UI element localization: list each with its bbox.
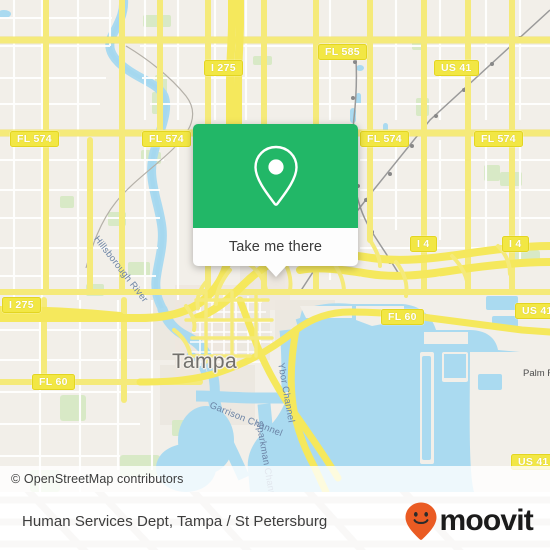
highway-shield-i-4-a[interactable]: I 4 bbox=[410, 236, 437, 252]
highway-shield-fl-574-a[interactable]: FL 574 bbox=[10, 131, 59, 147]
highway-shield-fl-585[interactable]: FL 585 bbox=[318, 44, 367, 60]
highway-shield-fl-574-d[interactable]: FL 574 bbox=[474, 131, 523, 147]
highway-shield-i-275-west[interactable]: I 275 bbox=[2, 297, 41, 313]
highway-shield-fl-574-b[interactable]: FL 574 bbox=[142, 131, 191, 147]
highway-shield-us-41-east[interactable]: US 41 bbox=[515, 303, 550, 319]
moovit-logo[interactable]: moovit bbox=[404, 501, 534, 541]
location-popup-card[interactable]: Take me there bbox=[193, 124, 358, 277]
popup-tail-pointer bbox=[264, 265, 287, 277]
popup-action-bar[interactable]: Take me there bbox=[193, 228, 358, 277]
moovit-wordmark: moovit bbox=[439, 504, 533, 537]
footer-bar: Human Services Dept, Tampa / St Petersbu… bbox=[0, 492, 550, 550]
map-attribution-bar: © OpenStreetMap contributors bbox=[0, 466, 550, 492]
openstreetmap-attribution[interactable]: © OpenStreetMap contributors bbox=[0, 472, 184, 486]
map-canvas[interactable]: Tampa Hillsborough River Garrison Channe… bbox=[0, 0, 550, 492]
map-card-screen: Tampa Hillsborough River Garrison Channe… bbox=[0, 0, 550, 550]
highway-shield-us-41-north[interactable]: US 41 bbox=[434, 60, 479, 76]
highway-shield-fl-60-east[interactable]: FL 60 bbox=[381, 309, 424, 325]
take-me-there-label: Take me there bbox=[228, 239, 323, 255]
highway-shield-i-275-north[interactable]: I 275 bbox=[204, 60, 243, 76]
popup-icon-area bbox=[193, 124, 358, 228]
highway-shield-fl-60-west[interactable]: FL 60 bbox=[32, 374, 75, 390]
highway-shield-fl-574-c[interactable]: FL 574 bbox=[360, 131, 409, 147]
map-pin-icon bbox=[253, 145, 298, 206]
highway-shield-i-4-b[interactable]: I 4 bbox=[502, 236, 529, 252]
location-title: Human Services Dept, Tampa / St Petersbu… bbox=[22, 512, 328, 530]
moovit-smiley-pin-icon bbox=[405, 502, 437, 540]
